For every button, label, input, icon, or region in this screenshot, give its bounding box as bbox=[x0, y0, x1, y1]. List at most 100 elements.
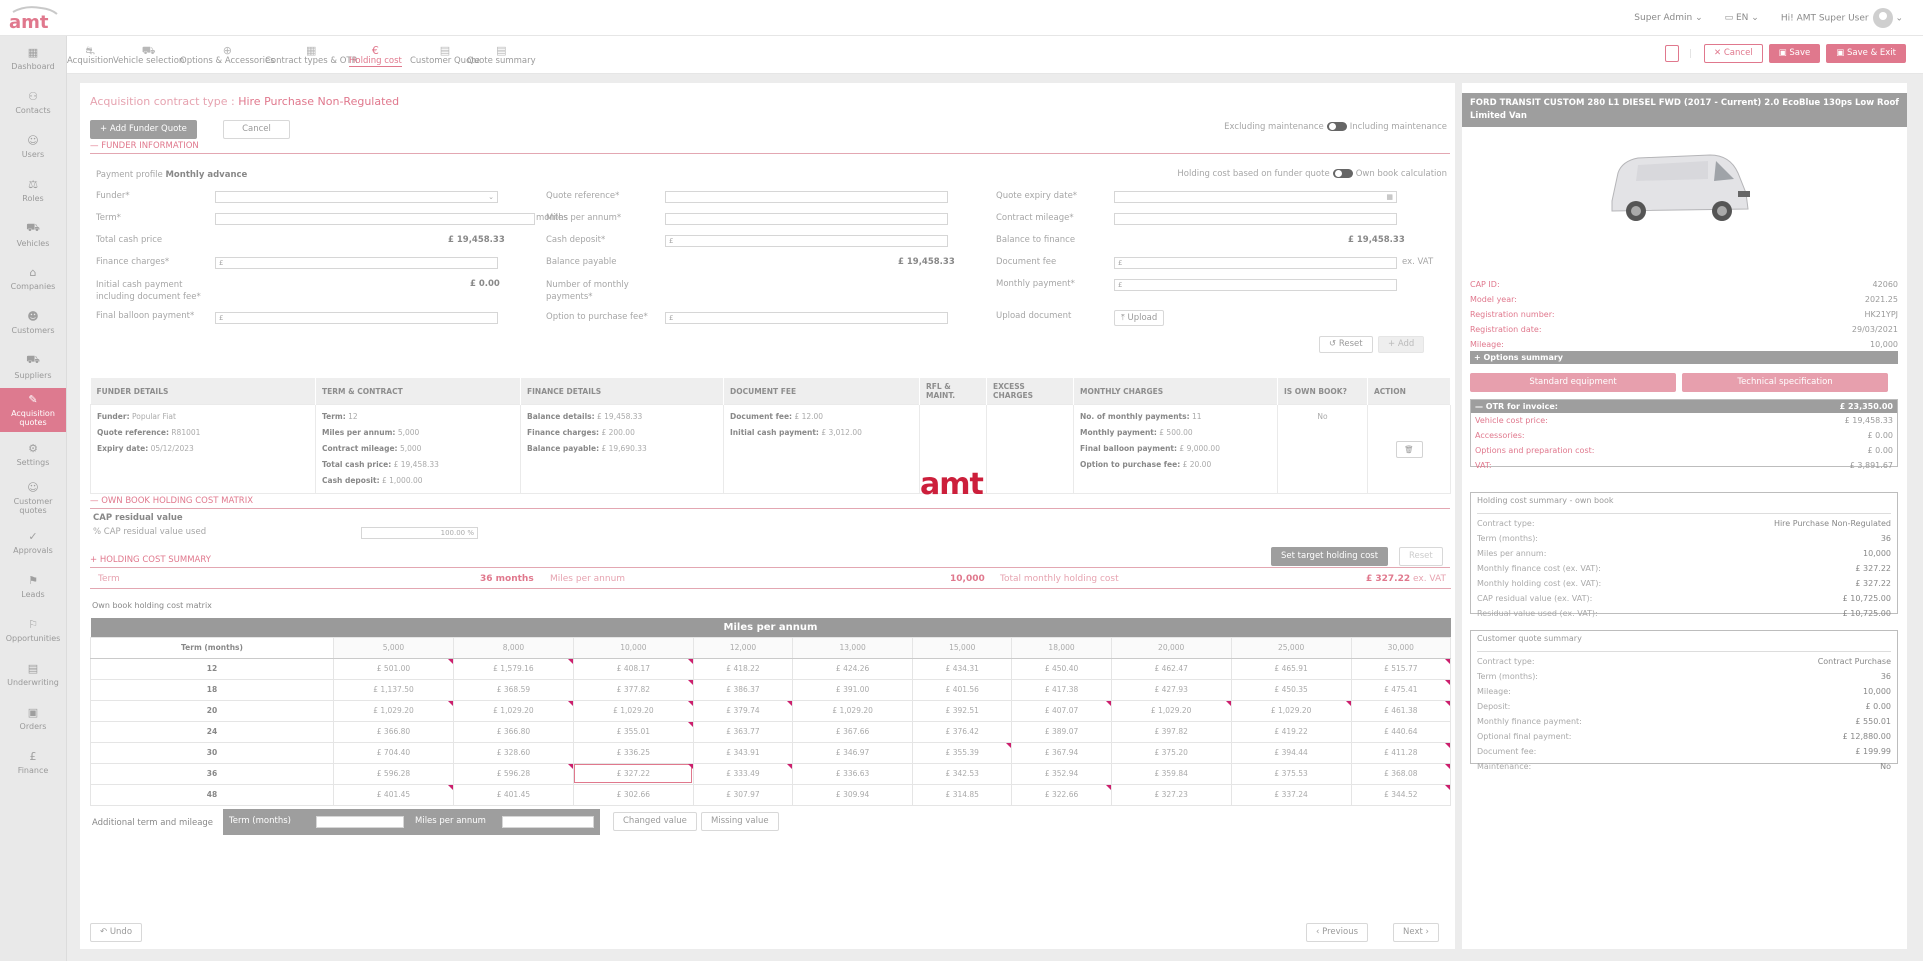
sidebar-item-suppliers[interactable]: ⛟ Suppliers bbox=[0, 344, 66, 388]
term-input[interactable] bbox=[215, 213, 535, 225]
sidebar-item-acquisition-quotes[interactable]: ✎ Acquisition quotes bbox=[0, 388, 66, 432]
matrix-cell[interactable]: £ 392.51 bbox=[912, 699, 1013, 722]
matrix-cell[interactable]: £ 450.40 bbox=[1011, 657, 1112, 680]
reset-target-button[interactable]: Reset bbox=[1399, 547, 1443, 566]
miles-input[interactable] bbox=[665, 213, 948, 225]
cash-deposit-input[interactable]: £ bbox=[665, 235, 948, 247]
funder-information-header[interactable]: — FUNDER INFORMATION bbox=[90, 141, 1450, 154]
matrix-cell[interactable]: £ 375.53 bbox=[1230, 762, 1352, 785]
matrix-cell[interactable]: £ 386.37 bbox=[692, 678, 794, 701]
matrix-cell[interactable]: £ 355.01 bbox=[572, 720, 694, 743]
upload-button[interactable]: ⤒ Upload bbox=[1114, 310, 1165, 326]
matrix-cell[interactable]: £ 377.82 bbox=[572, 678, 694, 701]
document-fee-input[interactable]: £ bbox=[1114, 257, 1397, 269]
matrix-cell[interactable]: £ 367.94 bbox=[1011, 741, 1112, 764]
add-form-button[interactable]: + Add bbox=[1378, 336, 1425, 353]
step-holding-cost[interactable]: € Holding cost bbox=[349, 44, 402, 67]
matrix-cell[interactable]: £ 343.91 bbox=[692, 741, 794, 764]
matrix-cell[interactable]: £ 366.80 bbox=[333, 720, 454, 743]
matrix-cell[interactable]: £ 368.08 bbox=[1350, 762, 1452, 785]
matrix-cell[interactable]: £ 336.63 bbox=[792, 762, 914, 785]
sidebar-item-dashboard[interactable]: ▦ Dashboard bbox=[0, 36, 66, 80]
matrix-cell[interactable]: £ 333.49 bbox=[692, 762, 794, 785]
user-menu[interactable]: Hi! AMT Super User ⌄ bbox=[1781, 8, 1903, 28]
step-options-accessories[interactable]: ⊕ Options & Accessories bbox=[180, 44, 275, 66]
save-button[interactable]: ▣ Save bbox=[1768, 44, 1821, 63]
language-dropdown[interactable]: ▭ EN ⌄ bbox=[1725, 13, 1759, 23]
matrix-cell[interactable]: £ 337.24 bbox=[1230, 783, 1352, 806]
sidebar-item-underwriting[interactable]: ▤ Underwriting bbox=[0, 652, 66, 696]
matrix-cell[interactable]: £ 394.44 bbox=[1230, 741, 1352, 764]
holding-cost-summary-header[interactable]: + HOLDING COST SUMMARY bbox=[90, 555, 1450, 568]
matrix-cell[interactable]: £ 1,137.50 bbox=[333, 678, 454, 701]
maintenance-toggle[interactable] bbox=[1326, 122, 1347, 131]
step-contract-types-otr[interactable]: ▦ Contract types & OTR bbox=[265, 44, 358, 66]
cancel-funder-button[interactable]: Cancel bbox=[223, 120, 290, 139]
matrix-cell[interactable]: £ 355.39 bbox=[912, 741, 1013, 764]
matrix-cell[interactable]: £ 419.22 bbox=[1230, 720, 1352, 743]
matrix-cell[interactable]: £ 475.41 bbox=[1350, 678, 1452, 701]
sidebar-item-leads[interactable]: ⚑ Leads bbox=[0, 564, 66, 608]
matrix-cell[interactable]: £ 427.93 bbox=[1110, 678, 1232, 701]
matrix-cell[interactable]: £ 309.94 bbox=[792, 783, 914, 806]
save-exit-button[interactable]: ▣ Save & Exit bbox=[1826, 44, 1906, 63]
contract-mileage-input[interactable] bbox=[1114, 213, 1397, 225]
matrix-cell[interactable]: £ 391.00 bbox=[792, 678, 914, 701]
monthly-payment-input[interactable]: £ bbox=[1114, 279, 1397, 291]
sidebar-item-roles[interactable]: ⚖ Roles bbox=[0, 168, 66, 212]
finance-charges-input[interactable]: £ bbox=[215, 257, 498, 269]
sidebar-item-customer-quotes[interactable]: ☺ Customer quotes bbox=[0, 476, 66, 520]
matrix-cell[interactable]: £ 307.97 bbox=[692, 783, 794, 806]
matrix-cell[interactable]: £ 440.64 bbox=[1350, 720, 1452, 743]
matrix-cell[interactable]: £ 327.23 bbox=[1110, 783, 1232, 806]
step-vehicle-selection[interactable]: ⛟ Vehicle selection bbox=[113, 44, 184, 66]
matrix-cell[interactable]: £ 401.56 bbox=[912, 678, 1013, 701]
matrix-cell[interactable]: £ 327.22 bbox=[572, 762, 694, 785]
matrix-cell[interactable]: £ 417.38 bbox=[1011, 678, 1112, 701]
matrix-cell[interactable]: £ 1,029.20 bbox=[572, 699, 694, 722]
sidebar-item-approvals[interactable]: ✓ Approvals bbox=[0, 520, 66, 564]
own-book-header[interactable]: — OWN BOOK HOLDING COST MATRIX bbox=[90, 496, 1450, 509]
sidebar-item-contacts[interactable]: ⚇ Contacts bbox=[0, 80, 66, 124]
add-funder-quote-button[interactable]: + Add Funder Quote bbox=[90, 120, 197, 139]
quote-expiry-input[interactable]: ▦ bbox=[1114, 191, 1397, 203]
final-balloon-input[interactable]: £ bbox=[215, 312, 498, 324]
matrix-cell[interactable]: £ 1,029.20 bbox=[452, 699, 574, 722]
sidebar-item-settings[interactable]: ⚙ Settings bbox=[0, 432, 66, 476]
own-book-toggle[interactable] bbox=[1332, 169, 1353, 178]
matrix-cell[interactable]: £ 375.20 bbox=[1110, 741, 1232, 764]
additional-term-input[interactable] bbox=[316, 816, 404, 828]
matrix-cell[interactable]: £ 322.66 bbox=[1011, 783, 1112, 806]
quote-reference-input[interactable] bbox=[665, 191, 948, 203]
matrix-cell[interactable]: £ 346.97 bbox=[792, 741, 914, 764]
matrix-cell[interactable]: £ 418.22 bbox=[692, 657, 794, 680]
sidebar-item-customers[interactable]: ☻ Customers bbox=[0, 300, 66, 344]
matrix-cell[interactable]: £ 408.17 bbox=[572, 657, 694, 680]
option-purchase-input[interactable]: £ bbox=[665, 312, 948, 324]
sidebar-item-companies[interactable]: ⌂ Companies bbox=[0, 256, 66, 300]
delete-icon[interactable]: 🗑 bbox=[1395, 440, 1423, 458]
matrix-cell[interactable]: £ 314.85 bbox=[912, 783, 1013, 806]
matrix-cell[interactable]: £ 302.66 bbox=[572, 783, 694, 806]
matrix-cell[interactable]: £ 407.07 bbox=[1011, 699, 1112, 722]
sidebar-item-users[interactable]: ☺ Users bbox=[0, 124, 66, 168]
calendar-icon[interactable]: ▦ bbox=[1386, 192, 1393, 202]
options-summary-bar[interactable]: + Options summary bbox=[1470, 351, 1898, 364]
matrix-cell[interactable]: £ 465.91 bbox=[1230, 657, 1352, 680]
matrix-cell[interactable]: £ 363.77 bbox=[692, 720, 794, 743]
step-acquisition[interactable]: ⛐ Acquisition bbox=[67, 44, 114, 66]
matrix-cell[interactable]: £ 434.31 bbox=[912, 657, 1013, 680]
matrix-cell[interactable]: £ 1,029.20 bbox=[1230, 699, 1352, 722]
matrix-cell[interactable]: £ 328.60 bbox=[452, 741, 574, 764]
matrix-cell[interactable]: £ 359.84 bbox=[1110, 762, 1232, 785]
matrix-cell[interactable]: £ 389.07 bbox=[1011, 720, 1112, 743]
matrix-cell[interactable]: £ 1,029.20 bbox=[1110, 699, 1232, 722]
matrix-cell[interactable]: £ 424.26 bbox=[792, 657, 914, 680]
matrix-cell[interactable]: £ 515.77 bbox=[1350, 657, 1452, 680]
matrix-cell[interactable]: £ 704.40 bbox=[333, 741, 454, 764]
sidebar-item-vehicles[interactable]: ⛟ Vehicles bbox=[0, 212, 66, 256]
set-target-button[interactable]: Set target holding cost bbox=[1271, 547, 1389, 566]
matrix-cell[interactable]: £ 1,579.16 bbox=[452, 657, 574, 680]
cap-residual-pct-input[interactable]: 100.00 % bbox=[361, 527, 478, 539]
matrix-cell[interactable]: £ 501.00 bbox=[333, 657, 454, 680]
